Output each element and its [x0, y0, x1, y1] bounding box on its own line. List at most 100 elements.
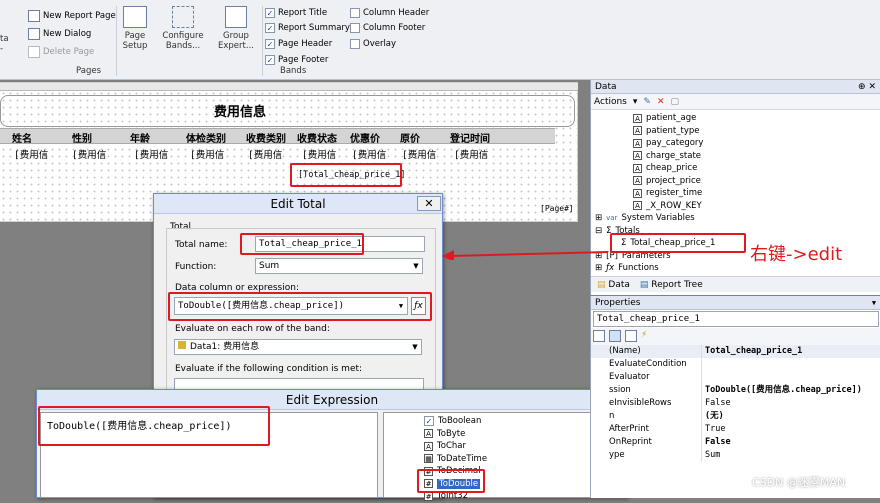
delete-icon[interactable]: ✕	[657, 97, 665, 107]
header-cell[interactable]: 年龄	[130, 130, 150, 145]
properties-icon[interactable]	[625, 330, 637, 342]
property-row[interactable]: (Name) Total_cheap_price_1	[591, 345, 880, 358]
sort-alpha-icon[interactable]	[609, 330, 621, 342]
property-value: Total_cheap_price_1	[701, 345, 880, 358]
field-item[interactable]: A _X_ROW_KEY	[633, 200, 880, 213]
pin-icon[interactable]: ⊕ ✕	[858, 80, 880, 94]
group-expert-button[interactable]: Group Expert...	[212, 4, 260, 51]
ribbon: ta - New Report Page New Dialog Delete P…	[0, 0, 880, 80]
property-row[interactable]: OnReprint False	[591, 436, 880, 449]
close-icon[interactable]: ✕	[417, 196, 441, 211]
annotation-text: 右键->edit	[750, 244, 843, 265]
events-icon[interactable]: ⚡	[641, 330, 647, 343]
configure-bands-button[interactable]: Configure Bands...	[158, 4, 208, 51]
field-item[interactable]: Acheap_price	[633, 162, 880, 175]
data-cell[interactable]: [费用信	[134, 147, 168, 161]
column-footer-checkbox[interactable]: Column Footer	[350, 20, 425, 36]
pages-group-label: Pages	[76, 66, 102, 76]
data-cell[interactable]: [费用信	[352, 147, 386, 161]
data-cell[interactable]: [费用信	[302, 147, 336, 161]
categorized-icon[interactable]	[593, 330, 605, 342]
data-tab-icon: ▤	[597, 279, 606, 290]
check-icon: ✓	[265, 39, 275, 49]
report-title-band[interactable]	[0, 95, 575, 127]
header-cell[interactable]: 收费类别	[246, 130, 286, 145]
field-item[interactable]: Apatient_age	[633, 112, 880, 125]
highlight-box	[38, 406, 270, 446]
function-select[interactable]: Sum ▼	[255, 258, 423, 274]
unchecked-box-icon	[350, 23, 360, 33]
property-row[interactable]: EvaluateCondition	[591, 358, 880, 371]
chevron-down-icon[interactable]: ▾	[633, 97, 638, 107]
view-icon[interactable]: ▢	[671, 97, 680, 107]
tab-data[interactable]: ▤ Data	[597, 280, 630, 290]
field-item[interactable]: Aproject_price	[633, 175, 880, 188]
data-cell[interactable]: [费用信	[14, 147, 48, 161]
field-item[interactable]: Apay_category	[633, 137, 880, 150]
header-cell[interactable]: 原价	[400, 130, 420, 145]
header-cell[interactable]: 优惠价	[350, 130, 380, 145]
highlight-box	[290, 163, 402, 187]
check-icon: ✓	[265, 55, 275, 65]
bands-group-label: Bands	[280, 66, 307, 76]
property-row[interactable]: AfterPrint True	[591, 423, 880, 436]
total-name-label: Total name:	[175, 240, 228, 250]
page-setup-button[interactable]: Page Setup	[119, 4, 151, 51]
edit-icon[interactable]: ✎	[643, 97, 651, 107]
text-field-icon: A	[633, 138, 642, 148]
property-value: False	[701, 436, 880, 449]
property-row[interactable]: ype Sum	[591, 449, 880, 462]
watermark: CSDN @迷雾MAN	[752, 476, 846, 489]
report-title-text[interactable]: 费用信息	[200, 101, 280, 120]
field-item[interactable]: Aregister_time	[633, 187, 880, 200]
property-row[interactable]: ssion ToDouble([费用信息.cheap_price])	[591, 384, 880, 397]
chevron-down-icon: ▼	[412, 343, 418, 351]
property-row[interactable]: n (无)	[591, 410, 880, 423]
panel-title: Data ⊕ ✕	[591, 80, 880, 94]
data-cell[interactable]: [费用信	[248, 147, 282, 161]
left-cut-text: ta	[0, 34, 9, 44]
text-field-icon: A	[633, 113, 642, 123]
properties-toolbar: ⚡	[591, 328, 880, 345]
property-row[interactable]: Evaluator	[591, 371, 880, 384]
report-summary-checkbox[interactable]: ✓ Report Summary	[265, 20, 350, 36]
tab-report-tree[interactable]: ▤ Report Tree	[640, 280, 703, 290]
property-grid: (Name) Total_cheap_price_1 EvaluateConditi…	[591, 345, 880, 462]
data-cell[interactable]: [费用信	[190, 147, 224, 161]
text-field-icon: A	[633, 126, 642, 136]
data-cell[interactable]: [费用信	[402, 147, 436, 161]
highlight-box	[610, 233, 746, 253]
new-report-page-button[interactable]: New Report Page	[28, 8, 116, 24]
system-variables-node[interactable]: ⊞ var System Variables	[595, 212, 880, 225]
report-title-checkbox[interactable]: ✓ Report Title	[265, 5, 327, 21]
new-dialog-button[interactable]: New Dialog	[28, 26, 91, 42]
check-icon: ✓	[265, 8, 275, 18]
check-icon: ✓	[265, 23, 275, 33]
text-field-icon: A	[633, 176, 642, 186]
property-value	[701, 371, 880, 384]
column-header-checkbox[interactable]: Column Header	[350, 5, 429, 21]
data-cell[interactable]: [费用信	[72, 147, 106, 161]
function-label: Function:	[175, 262, 217, 272]
dialog-icon	[28, 28, 40, 40]
actions-menu[interactable]: Actions	[594, 97, 627, 107]
delete-page-button[interactable]: Delete Page	[28, 44, 94, 60]
object-select[interactable]: Total_cheap_price_1 ▼	[593, 299, 879, 327]
overlay-checkbox[interactable]: Overlay	[350, 36, 396, 52]
column-header-row: 姓名 性别 年龄 体检类别 收费类别 收费状态 优惠价 原价 登记时间	[0, 128, 555, 145]
property-row[interactable]: eInvisibleRows False	[591, 397, 880, 410]
header-cell[interactable]: 性别	[72, 130, 92, 145]
header-cell[interactable]: 登记时间	[450, 130, 490, 145]
field-item[interactable]: Acharge_state	[633, 150, 880, 163]
page-header-checkbox[interactable]: ✓ Page Header	[265, 36, 332, 52]
field-item[interactable]: Apatient_type	[633, 125, 880, 138]
data-cell[interactable]: [费用信	[454, 147, 488, 161]
evaluate-band-select[interactable]: Data1: 费用信息 ▼	[174, 339, 422, 355]
page-number-field[interactable]: [Page#]	[540, 204, 574, 213]
function-icon: ƒx	[606, 263, 615, 274]
header-cell[interactable]: 姓名	[12, 130, 32, 145]
unchecked-box-icon	[350, 8, 360, 18]
header-cell[interactable]: 收费状态	[297, 130, 337, 145]
header-cell[interactable]: 体检类别	[186, 130, 226, 145]
panel-title: Properties	[591, 296, 880, 310]
